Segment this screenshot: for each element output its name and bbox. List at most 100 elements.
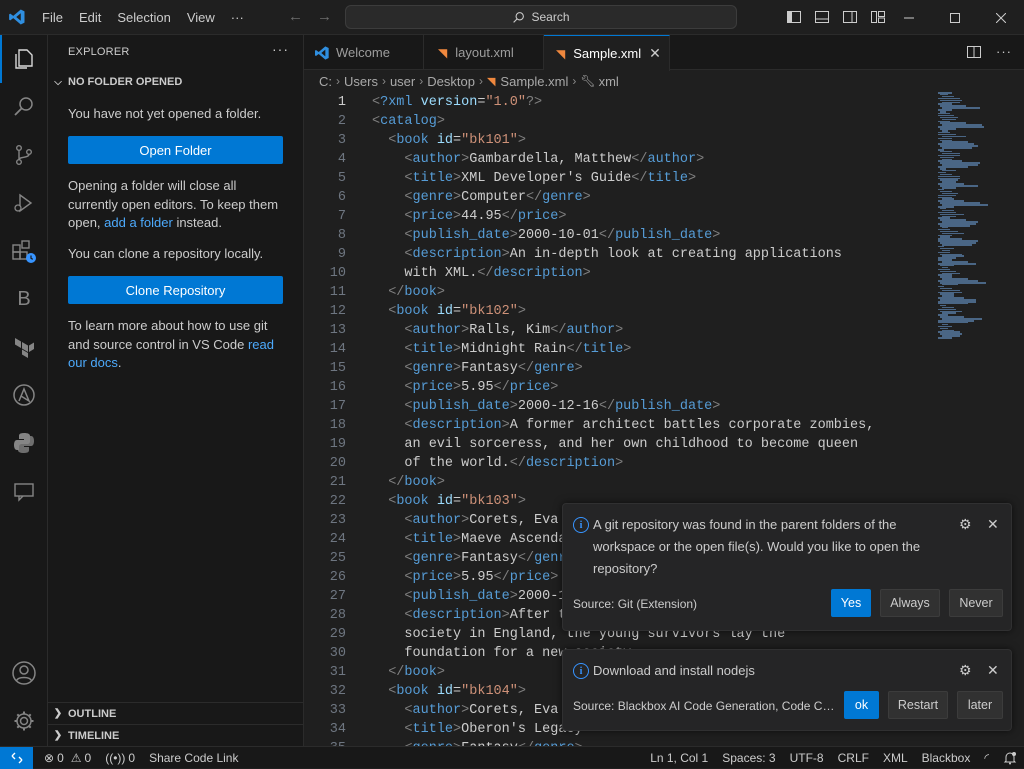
problems-indicator[interactable]: ⊗ 0 ⚠ 0: [37, 751, 98, 765]
blackbox-status[interactable]: Blackbox: [915, 751, 978, 765]
breadcrumb-user[interactable]: user: [390, 74, 415, 89]
code-line[interactable]: 15 <genre>Fantasy</genre>: [304, 359, 934, 378]
close-tab-icon[interactable]: ✕: [649, 45, 661, 62]
explorer-icon[interactable]: [0, 35, 48, 83]
back-arrow-icon[interactable]: ←: [288, 8, 303, 25]
language-mode[interactable]: XML: [876, 751, 915, 765]
tab-layout-xml[interactable]: ◥ layout.xml: [424, 35, 544, 70]
notification-close-icon[interactable]: ✕: [987, 516, 999, 533]
close-window-icon[interactable]: [978, 0, 1024, 35]
code-line[interactable]: 8 <publish_date>2000-10-01</publish_date…: [304, 226, 934, 245]
notifications-bell-icon[interactable]: [996, 751, 1024, 765]
later-button[interactable]: later: [957, 691, 1003, 719]
encoding[interactable]: UTF-8: [783, 751, 831, 765]
more-actions-icon[interactable]: ···: [996, 44, 1012, 60]
menu-view[interactable]: View: [179, 0, 223, 35]
tab-welcome[interactable]: Welcome: [304, 35, 424, 70]
breadcrumb-drive[interactable]: C:: [319, 74, 332, 89]
notification-gear-icon[interactable]: ⚙: [959, 516, 972, 533]
line-number: 3: [337, 133, 346, 148]
always-button[interactable]: Always: [880, 589, 940, 617]
account-icon[interactable]: [0, 649, 48, 697]
code-token: id: [428, 133, 454, 148]
code-line[interactable]: 17 <publish_date>2000-12-16</publish_dat…: [304, 397, 934, 416]
ok-button[interactable]: ok: [844, 691, 879, 719]
breadcrumb-symbol[interactable]: xml: [599, 74, 619, 89]
breadcrumb-file[interactable]: Sample.xml: [500, 74, 568, 89]
code-line[interactable]: 1 <?xml version="1.0"?>: [304, 93, 934, 112]
code-line[interactable]: 9 <description>An in-depth look at creat…: [304, 245, 934, 264]
notification-close-icon[interactable]: ✕: [987, 662, 999, 679]
code-line[interactable]: 35 <genre>Fantasy</genre>: [304, 739, 934, 746]
add-folder-link[interactable]: add a folder: [104, 215, 173, 230]
command-center-search[interactable]: Search: [345, 5, 737, 29]
minimize-icon[interactable]: [886, 0, 932, 35]
menu-selection[interactable]: Selection: [109, 0, 178, 35]
notification-gear-icon[interactable]: ⚙: [959, 662, 972, 679]
code-line[interactable]: 7 <price>44.95</price>: [304, 207, 934, 226]
code-token: 44.95: [461, 209, 502, 224]
no-folder-section-header[interactable]: ⌵ NO FOLDER OPENED: [48, 72, 303, 92]
open-folder-button[interactable]: Open Folder: [68, 136, 283, 164]
ansible-icon[interactable]: [0, 371, 48, 419]
run-debug-icon[interactable]: [0, 179, 48, 227]
restart-button[interactable]: Restart: [888, 691, 948, 719]
code-token: >: [501, 247, 510, 262]
minimap[interactable]: [934, 92, 1014, 392]
code-line[interactable]: 19 an evil sorceress, and her own childh…: [304, 435, 934, 454]
toggle-panel-icon[interactable]: [814, 9, 830, 25]
code-line[interactable]: 2 <catalog>: [304, 112, 934, 131]
extensions-icon[interactable]: [0, 227, 48, 275]
code-line[interactable]: 14 <title>Midnight Rain</title>: [304, 340, 934, 359]
indentation[interactable]: Spaces: 3: [715, 751, 782, 765]
share-code-link[interactable]: Share Code Link: [142, 751, 245, 765]
sidebar-more-button[interactable]: ···: [272, 41, 289, 57]
terraform-icon[interactable]: [0, 323, 48, 371]
remote-indicator-icon[interactable]: [0, 746, 33, 769]
code-token: price: [412, 570, 454, 585]
toggle-secondary-sidebar-icon[interactable]: [842, 9, 858, 25]
code-line[interactable]: 11 </book>: [304, 283, 934, 302]
never-button[interactable]: Never: [949, 589, 1003, 617]
code-line[interactable]: 6 <genre>Computer</genre>: [304, 188, 934, 207]
breadcrumb-users[interactable]: Users: [344, 74, 378, 89]
python-icon[interactable]: [0, 419, 48, 467]
blackbox-b-icon[interactable]: B: [0, 275, 48, 323]
menu-more[interactable]: ···: [223, 0, 252, 35]
code-line[interactable]: 16 <price>5.95</price>: [304, 378, 934, 397]
code-line[interactable]: 21 </book>: [304, 473, 934, 492]
timeline-section[interactable]: ❯ TIMELINE: [48, 724, 303, 746]
cursor-position[interactable]: Ln 1, Col 1: [643, 751, 715, 765]
toggle-primary-sidebar-icon[interactable]: [786, 9, 802, 25]
yes-button[interactable]: Yes: [831, 589, 871, 617]
menu-edit[interactable]: Edit: [71, 0, 109, 35]
code-line[interactable]: 12 <book id="bk102">: [304, 302, 934, 321]
split-editor-icon[interactable]: [966, 44, 982, 60]
line-ending[interactable]: CRLF: [831, 751, 876, 765]
customize-layout-icon[interactable]: [870, 9, 886, 25]
forward-arrow-icon[interactable]: →: [317, 8, 332, 25]
code-line[interactable]: 13 <author>Ralls, Kim</author>: [304, 321, 934, 340]
chat-icon[interactable]: [0, 467, 48, 515]
code-line[interactable]: 18 <description>A former architect battl…: [304, 416, 934, 435]
search-activity-icon[interactable]: [0, 83, 48, 131]
tab-sample-xml[interactable]: ◥ Sample.xml ✕: [544, 35, 670, 71]
menu-file[interactable]: File: [34, 0, 71, 35]
clone-repository-button[interactable]: Clone Repository: [68, 276, 283, 304]
maximize-icon[interactable]: [932, 0, 978, 35]
code-token: book: [396, 304, 429, 319]
settings-gear-icon[interactable]: [0, 697, 48, 745]
breadcrumb-desktop[interactable]: Desktop: [427, 74, 475, 89]
code-line[interactable]: 4 <author>Gambardella, Matthew</author>: [304, 150, 934, 169]
code-line[interactable]: 5 <title>XML Developer's Guide</title>: [304, 169, 934, 188]
code-line[interactable]: 3 <book id="bk101">: [304, 131, 934, 150]
code-editor[interactable]: 1 <?xml version="1.0"?> 2 <catalog> 3 <book …: [304, 92, 934, 746]
code-line[interactable]: 10 with XML.</description>: [304, 264, 934, 283]
ports-indicator[interactable]: ((•)) 0: [98, 751, 142, 765]
source-control-icon[interactable]: [0, 131, 48, 179]
code-line[interactable]: 20 of the world.</description>: [304, 454, 934, 473]
code-token: catalog: [380, 114, 437, 129]
clone-message: You can clone a repository locally.: [68, 246, 264, 261]
outline-section[interactable]: ❯ OUTLINE: [48, 702, 303, 724]
